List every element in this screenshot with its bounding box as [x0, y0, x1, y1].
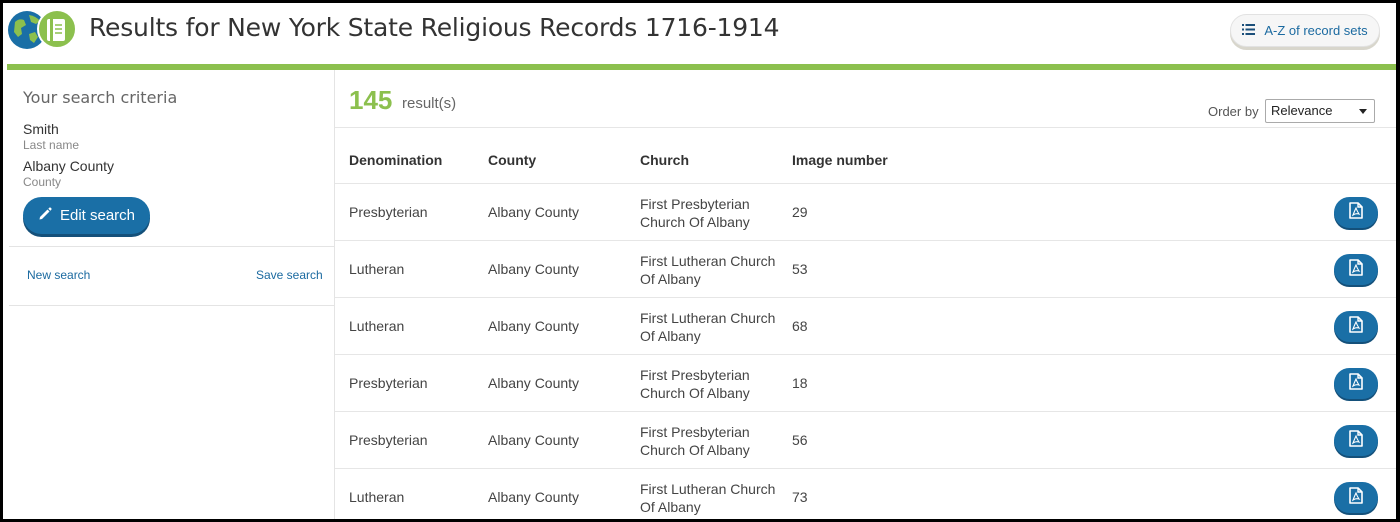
search-criteria-sidebar: Your search criteria Smith Last name Alb…: [9, 70, 335, 519]
cell-image-number: 68: [792, 318, 808, 334]
column-header-church[interactable]: Church: [640, 152, 689, 168]
order-by-label: Order by: [1208, 104, 1259, 119]
cell-image-number: 29: [792, 204, 808, 220]
table-row: Lutheran Albany County First Lutheran Ch…: [335, 469, 1396, 519]
order-by-value: Relevance: [1271, 103, 1333, 118]
table-row: Presbyterian Albany County First Presbyt…: [335, 412, 1396, 469]
app-frame: Results for New York State Religious Rec…: [3, 3, 1396, 519]
cell-denomination: Presbyterian: [349, 432, 428, 448]
table-row: Presbyterian Albany County First Presbyt…: [335, 355, 1396, 412]
cell-denomination: Lutheran: [349, 261, 405, 277]
cell-county: Albany County: [488, 489, 580, 505]
table-row: Presbyterian Albany County First Presbyt…: [335, 184, 1396, 241]
globe-book-logo-icon: [7, 9, 79, 51]
page-title: Results for New York State Religious Rec…: [89, 13, 780, 42]
edit-search-label: Edit search: [59, 207, 136, 224]
pdf-icon: [1349, 372, 1363, 395]
cell-county: Albany County: [488, 204, 580, 220]
result-count: 145: [349, 85, 393, 115]
view-pdf-button[interactable]: [1334, 254, 1378, 285]
cell-image-number: 56: [792, 432, 808, 448]
pdf-icon: [1349, 429, 1363, 452]
cell-image-number: 73: [792, 489, 808, 505]
sidebar-divider: [9, 305, 335, 306]
cell-denomination: Lutheran: [349, 489, 405, 505]
cell-church: First Presbyterian Church Of Albany: [640, 424, 750, 458]
view-pdf-button[interactable]: [1334, 197, 1378, 228]
cell-county: Albany County: [488, 261, 580, 277]
cell-church: First Lutheran Church Of Albany: [640, 481, 776, 515]
column-header-county[interactable]: County: [488, 152, 536, 168]
page-header: Results for New York State Religious Rec…: [3, 3, 1396, 65]
criterion-county: Albany County County: [23, 158, 114, 190]
cell-church: First Lutheran Church Of Albany: [640, 253, 776, 287]
results-divider: [335, 127, 1396, 128]
pdf-icon: [1349, 486, 1363, 509]
edit-search-button[interactable]: Edit search: [23, 197, 150, 234]
view-pdf-button[interactable]: [1334, 482, 1378, 513]
sidebar-divider: [9, 246, 335, 247]
cell-church: First Presbyterian Church Of Albany: [640, 367, 750, 401]
pdf-icon: [1349, 258, 1363, 281]
criterion-value: Albany County: [23, 158, 115, 174]
cell-county: Albany County: [488, 375, 580, 391]
cell-denomination: Presbyterian: [349, 204, 428, 220]
pdf-icon: [1349, 315, 1363, 338]
az-record-sets-label: A-Z of record sets: [1264, 23, 1368, 38]
criterion-value: Smith: [23, 121, 59, 137]
cell-church: First Lutheran Church Of Albany: [640, 310, 776, 344]
table-row: Lutheran Albany County First Lutheran Ch…: [335, 298, 1396, 355]
cell-county: Albany County: [488, 432, 580, 448]
save-search-link[interactable]: Save search: [256, 268, 323, 282]
column-header-denomination[interactable]: Denomination: [349, 152, 442, 168]
table-row: Lutheran Albany County First Lutheran Ch…: [335, 241, 1396, 298]
cell-denomination: Lutheran: [349, 318, 405, 334]
pdf-icon: [1349, 201, 1363, 224]
view-pdf-button[interactable]: [1334, 368, 1378, 399]
order-by-select[interactable]: Relevance: [1265, 99, 1375, 123]
search-criteria-heading: Your search criteria: [23, 88, 178, 107]
view-pdf-button[interactable]: [1334, 311, 1378, 342]
criterion-last-name: Smith Last name: [23, 121, 79, 153]
criterion-label: County: [23, 175, 62, 189]
result-count-label: result(s): [402, 95, 457, 112]
view-pdf-button[interactable]: [1334, 425, 1378, 456]
cell-county: Albany County: [488, 318, 580, 334]
cell-image-number: 18: [792, 375, 808, 391]
cell-image-number: 53: [792, 261, 808, 277]
az-record-sets-button[interactable]: A-Z of record sets: [1230, 14, 1380, 47]
results-panel: 145 result(s) Order by Relevance Denomin…: [335, 70, 1396, 519]
column-header-image-number[interactable]: Image number: [792, 152, 888, 168]
list-icon: [1242, 23, 1256, 38]
cell-denomination: Presbyterian: [349, 375, 428, 391]
criterion-label: Last name: [23, 138, 80, 152]
pencil-icon: [38, 206, 52, 225]
caret-down-icon: [1359, 109, 1367, 114]
cell-church: First Presbyterian Church Of Albany: [640, 196, 750, 230]
new-search-link[interactable]: New search: [27, 268, 90, 282]
